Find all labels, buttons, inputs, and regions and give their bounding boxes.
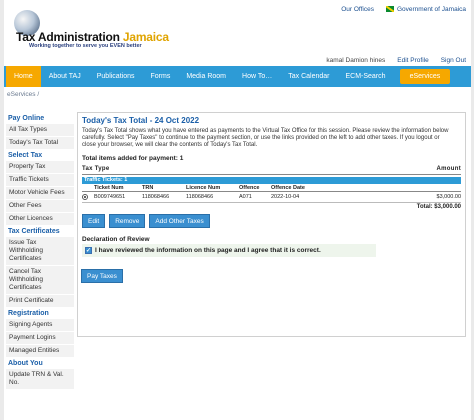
ticket-columns: Ticket Num TRN Licence Num Offence Offen…	[82, 185, 461, 192]
user-bar: kamal Damion hines Edit Profile Sign Out	[326, 57, 466, 64]
col-amount	[329, 185, 461, 192]
remove-button[interactable]: Remove	[109, 214, 146, 228]
col-licence-num: Licence Num	[186, 185, 221, 191]
logo-title: Tax Administration Jamaica	[16, 30, 169, 44]
declaration-row: ✓ I have reviewed the information on thi…	[82, 244, 376, 257]
cell-licence-num: 118068466	[186, 194, 214, 200]
sidebar-item-update-trn[interactable]: Update TRN & Val. No.	[6, 369, 74, 389]
declaration-checkbox[interactable]: ✓	[85, 247, 92, 254]
sidebar-item-motor-vehicle-fees[interactable]: Motor Vehicle Fees	[6, 187, 74, 199]
main-nav: Home About TAJ Publications Forms Media …	[4, 66, 471, 87]
action-buttons: Edit Remove Add Other Taxes	[82, 214, 465, 228]
nav-about[interactable]: About TAJ	[41, 66, 89, 87]
col-ticket-num: Ticket Num	[94, 185, 124, 191]
sidebar-item-traffic-tickets[interactable]: Traffic Tickets	[6, 174, 74, 186]
sidebar-item-all-tax-types[interactable]: All Tax Types	[6, 124, 74, 136]
declaration-title: Declaration of Review	[82, 236, 150, 243]
sidebar-head-select-tax: Select Tax	[8, 152, 43, 159]
declaration-text: I have reviewed the information on this …	[95, 247, 321, 254]
col-trn: TRN	[142, 185, 154, 191]
sidebar-item-cancel-certificates[interactable]: Cancel Tax Withholding Certificates	[6, 266, 74, 294]
col-offence: Offence	[239, 185, 260, 191]
sidebar-item-other-fees[interactable]: Other Fees	[6, 200, 74, 212]
jamaica-flag-icon	[385, 6, 394, 13]
breadcrumb[interactable]: eServices /	[7, 91, 39, 98]
user-name: kamal Damion hines	[326, 57, 386, 64]
col-select	[82, 185, 94, 192]
sidebar-head-pay-online: Pay Online	[8, 115, 45, 122]
cell-trn: 118068466	[142, 194, 170, 200]
nav-how-to[interactable]: How To…	[234, 66, 280, 87]
sign-out-link[interactable]: Sign Out	[441, 57, 466, 64]
cell-ticket-num: B009749651	[94, 194, 126, 200]
government-link[interactable]: Government of Jamaica	[385, 6, 466, 13]
left-rail	[0, 0, 4, 420]
our-offices-link[interactable]: Our Offices	[341, 6, 374, 13]
logo-title-accent: Jamaica	[119, 30, 169, 44]
nav-tax-calendar[interactable]: Tax Calendar	[280, 66, 337, 87]
sidebar-head-about-you: About You	[8, 360, 43, 367]
sidebar-item-todays-tax-total[interactable]: Today's Tax Total	[6, 137, 74, 149]
tax-type-header: Tax Type	[82, 166, 110, 172]
amount-header: Amount	[436, 166, 461, 172]
nav-eservices[interactable]: eServices	[399, 69, 451, 84]
sidebar-item-issue-certificates[interactable]: Issue Tax Withholding Certificates	[6, 237, 74, 265]
table-row: B009749651 118068466 118068466 A071 2022…	[82, 193, 461, 201]
traffic-tickets-band: Traffic Tickets: 1	[82, 177, 461, 184]
subtotal: Total: $3,000.00	[82, 202, 461, 210]
sidebar-item-print-certificate[interactable]: Print Certificate	[6, 295, 74, 307]
cell-amount: $3,000.00	[436, 194, 461, 200]
nav-forms[interactable]: Forms	[142, 66, 178, 87]
top-links: Our Offices Government of Jamaica	[341, 6, 466, 13]
nav-home[interactable]: Home	[6, 66, 41, 87]
sidebar-item-managed-entities[interactable]: Managed Entities	[6, 345, 74, 357]
sidebar-head-registration: Registration	[8, 310, 49, 317]
sidebar-item-other-licences[interactable]: Other Licences	[6, 213, 74, 225]
edit-profile-link[interactable]: Edit Profile	[397, 57, 428, 64]
taj-logo[interactable]: Tax Administration Jamaica Working toget…	[14, 10, 174, 50]
sidebar-head-tax-certificates: Tax Certificates	[8, 228, 60, 235]
row-select-radio[interactable]	[82, 194, 88, 200]
tax-table-header: Tax Type Amount	[82, 166, 461, 175]
main-panel: Today's Tax Total - 24 Oct 2022 Today's …	[77, 112, 466, 337]
pay-taxes-button[interactable]: Pay Taxes	[81, 269, 123, 283]
sidebar-item-signing-agents[interactable]: Signing Agents	[6, 319, 74, 331]
page-title: Today's Tax Total - 24 Oct 2022	[82, 116, 200, 125]
government-link-label: Government of Jamaica	[396, 6, 466, 13]
logo-title-main: Tax Administration	[16, 30, 120, 44]
logo-tagline: Working together to serve you EVEN bette…	[29, 43, 142, 49]
page-description: Today's Tax Total shows what you have en…	[82, 128, 449, 148]
sidebar-item-payment-logins[interactable]: Payment Logins	[6, 332, 74, 344]
sidebar: Pay Online All Tax Types Today's Tax Tot…	[6, 112, 74, 390]
total-items-label: Total items added for payment: 1	[82, 155, 184, 162]
nav-ecm-search[interactable]: ECM-Search	[337, 66, 393, 87]
sidebar-item-property-tax[interactable]: Property Tax	[6, 161, 74, 173]
col-offence-date: Offence Date	[271, 185, 305, 191]
cell-offence: A071	[239, 194, 252, 200]
add-other-taxes-button[interactable]: Add Other Taxes	[149, 214, 210, 228]
nav-publications[interactable]: Publications	[89, 66, 143, 87]
edit-button[interactable]: Edit	[82, 214, 106, 228]
nav-media-room[interactable]: Media Room	[178, 66, 234, 87]
cell-offence-date: 2022-10-04	[271, 194, 300, 200]
